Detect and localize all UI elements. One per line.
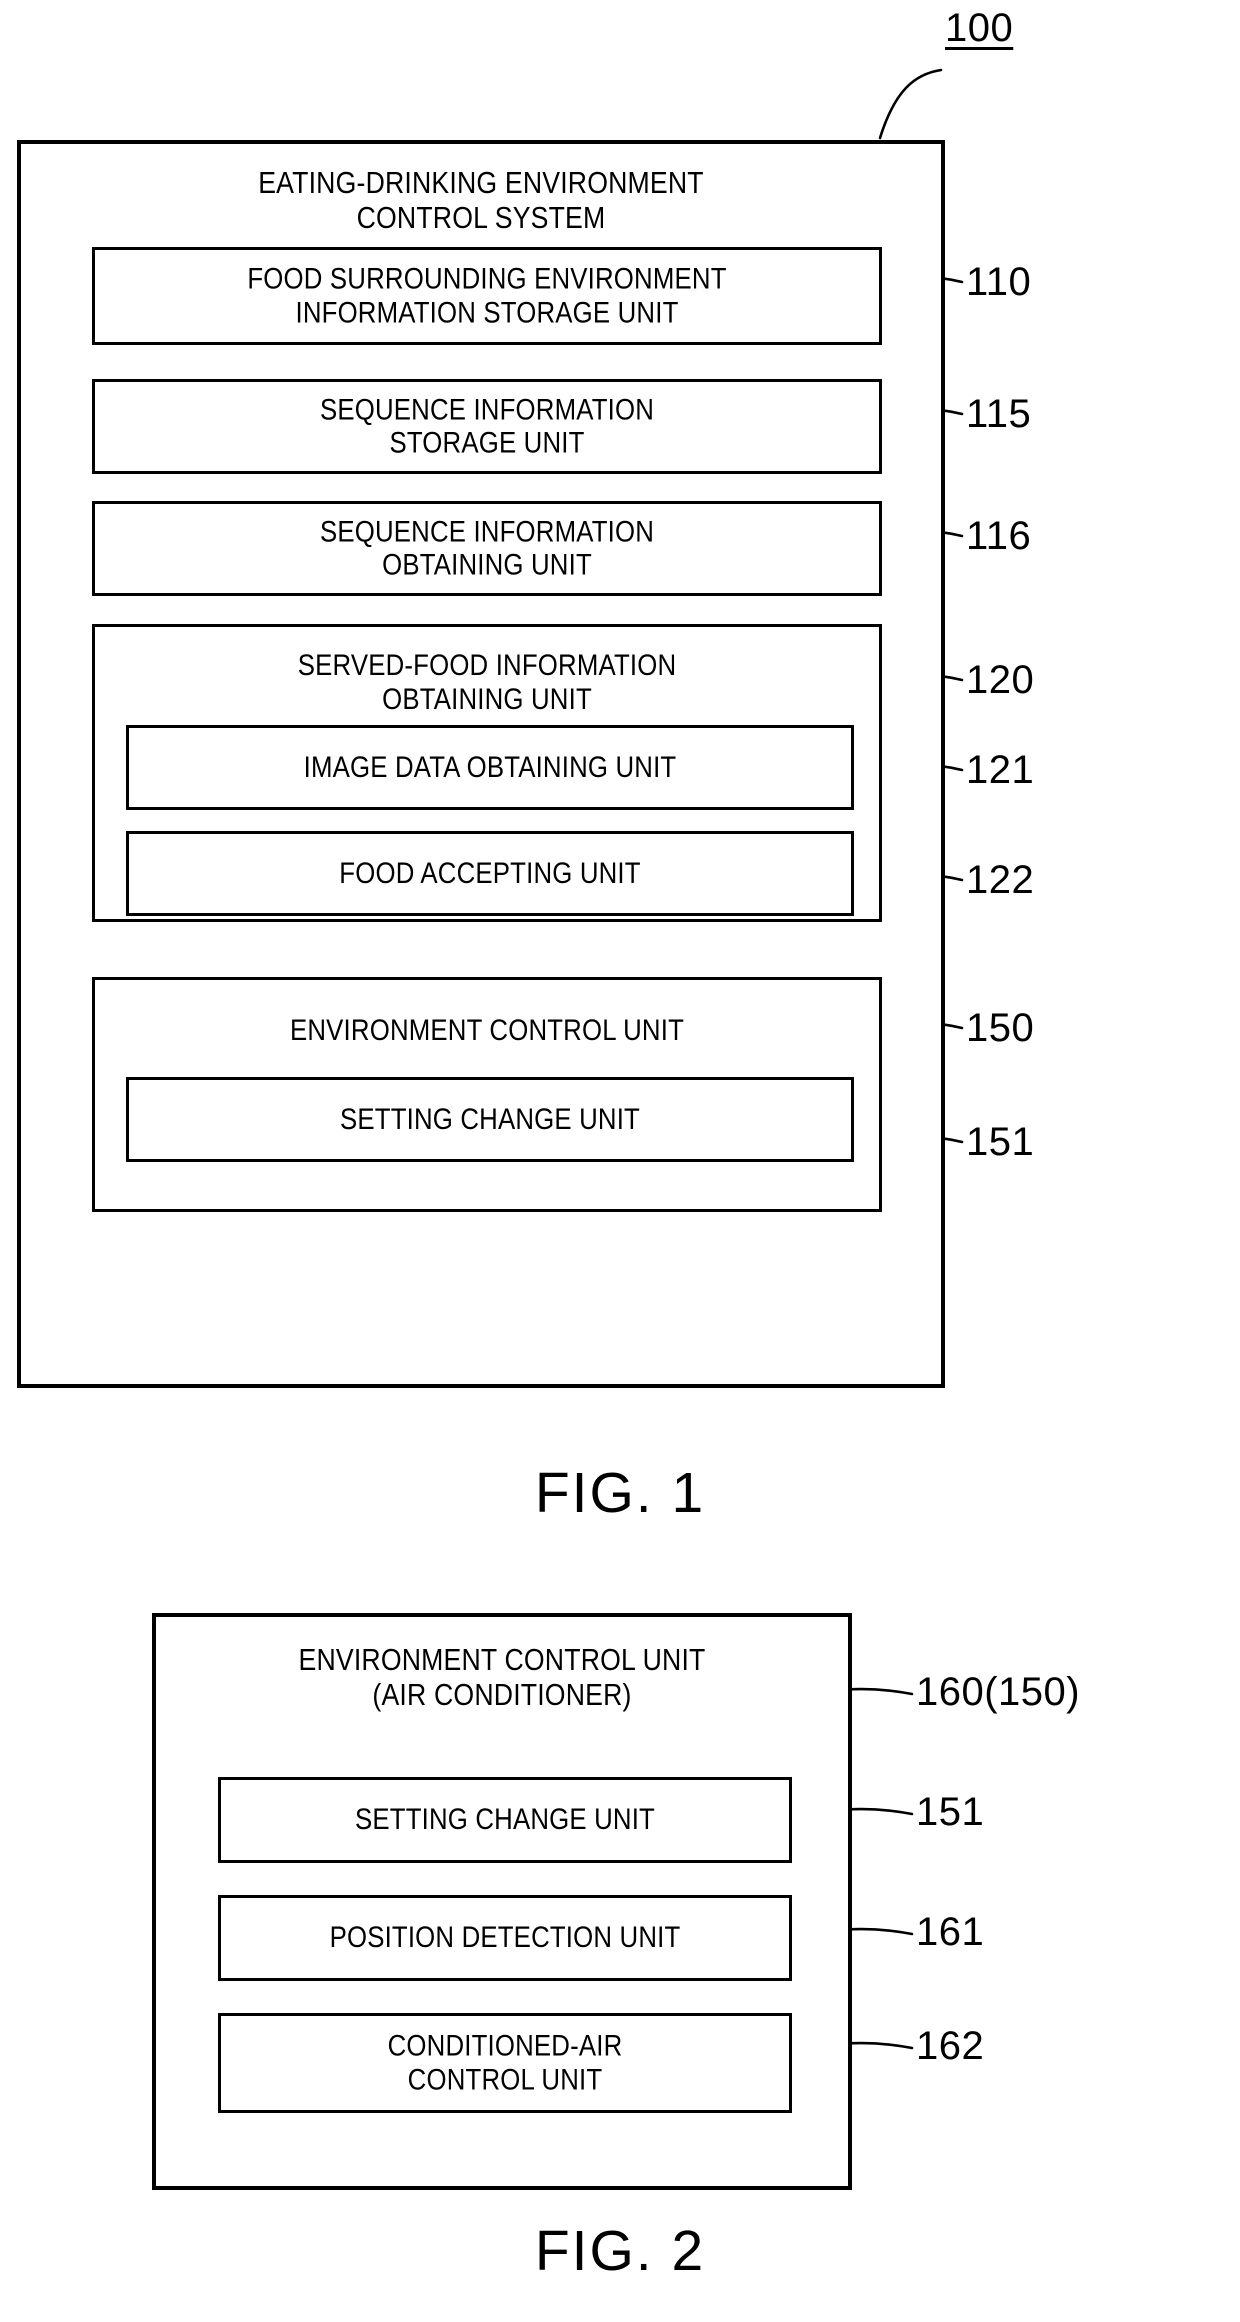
sequence-information-storage-unit-label: SEQUENCE INFORMATION STORAGE UNIT xyxy=(319,392,655,460)
reference-numeral-150: 150 xyxy=(966,1006,1035,1050)
served-food-information-obtaining-unit-label: SERVED-FOOD INFORMATION OBTAINING UNIT xyxy=(297,649,677,716)
figure-2-caption: FIG. 2 xyxy=(534,2219,706,2283)
food-accepting-unit-label: FOOD ACCEPTING UNIT xyxy=(339,856,641,890)
reference-numeral-121: 121 xyxy=(966,748,1035,792)
reference-numeral-161: 161 xyxy=(916,1910,985,1954)
reference-numeral-151-fig2: 151 xyxy=(916,1790,985,1834)
reference-numeral-100: 100 xyxy=(945,6,1014,50)
conditioned-air-control-unit-box[interactable]: CONDITIONED-AIR CONTROL UNIT xyxy=(218,2013,792,2113)
reference-numeral-151: 151 xyxy=(966,1120,1035,1164)
sequence-information-obtaining-unit-box[interactable]: SEQUENCE INFORMATION OBTAINING UNIT xyxy=(92,501,882,596)
setting-change-unit-box-fig2[interactable]: SETTING CHANGE UNIT xyxy=(218,1777,792,1863)
reference-numeral-122: 122 xyxy=(966,858,1035,902)
food-surrounding-environment-information-storage-unit-box[interactable]: FOOD SURROUNDING ENVIRONMENT INFORMATION… xyxy=(92,247,882,345)
image-data-obtaining-unit-label: IMAGE DATA OBTAINING UNIT xyxy=(303,750,677,784)
figure-2-system-title: ENVIRONMENT CONTROL UNIT (AIR CONDITIONE… xyxy=(298,1642,706,1712)
environment-control-unit-label: ENVIRONMENT CONTROL UNIT xyxy=(289,1014,685,1047)
reference-numeral-162: 162 xyxy=(916,2024,985,2068)
served-food-information-obtaining-unit-box[interactable]: SERVED-FOOD INFORMATION OBTAINING UNIT I… xyxy=(92,624,882,922)
position-detection-unit-label: POSITION DETECTION UNIT xyxy=(329,1921,681,1955)
environment-control-unit-box[interactable]: ENVIRONMENT CONTROL UNIT SETTING CHANGE … xyxy=(92,977,882,1212)
position-detection-unit-box[interactable]: POSITION DETECTION UNIT xyxy=(218,1895,792,1981)
food-accepting-unit-box[interactable]: FOOD ACCEPTING UNIT xyxy=(126,831,854,916)
food-surrounding-environment-information-storage-unit-label: FOOD SURROUNDING ENVIRONMENT INFORMATION… xyxy=(247,262,727,329)
reference-numeral-110: 110 xyxy=(966,260,1032,304)
setting-change-unit-label: SETTING CHANGE UNIT xyxy=(339,1102,640,1136)
system-title: EATING-DRINKING ENVIRONMENT CONTROL SYST… xyxy=(258,165,704,235)
sequence-information-obtaining-unit-label: SEQUENCE INFORMATION OBTAINING UNIT xyxy=(319,514,655,582)
reference-numeral-160-150: 160(150) xyxy=(916,1670,1081,1714)
setting-change-unit-box[interactable]: SETTING CHANGE UNIT xyxy=(126,1077,854,1162)
reference-numeral-120: 120 xyxy=(966,658,1035,702)
reference-numeral-115: 115 xyxy=(966,392,1032,436)
setting-change-unit-label-fig2: SETTING CHANGE UNIT xyxy=(354,1803,655,1837)
figure-1-caption: FIG. 1 xyxy=(534,1461,706,1525)
conditioned-air-control-unit-label: CONDITIONED-AIR CONTROL UNIT xyxy=(387,2029,623,2096)
environment-control-unit-air-conditioner-box: ENVIRONMENT CONTROL UNIT (AIR CONDITIONE… xyxy=(152,1613,852,2190)
image-data-obtaining-unit-box[interactable]: IMAGE DATA OBTAINING UNIT xyxy=(126,725,854,810)
sequence-information-storage-unit-box[interactable]: SEQUENCE INFORMATION STORAGE UNIT xyxy=(92,379,882,474)
eating-drinking-environment-control-system-box: EATING-DRINKING ENVIRONMENT CONTROL SYST… xyxy=(17,140,945,1388)
reference-numeral-116: 116 xyxy=(966,514,1032,558)
